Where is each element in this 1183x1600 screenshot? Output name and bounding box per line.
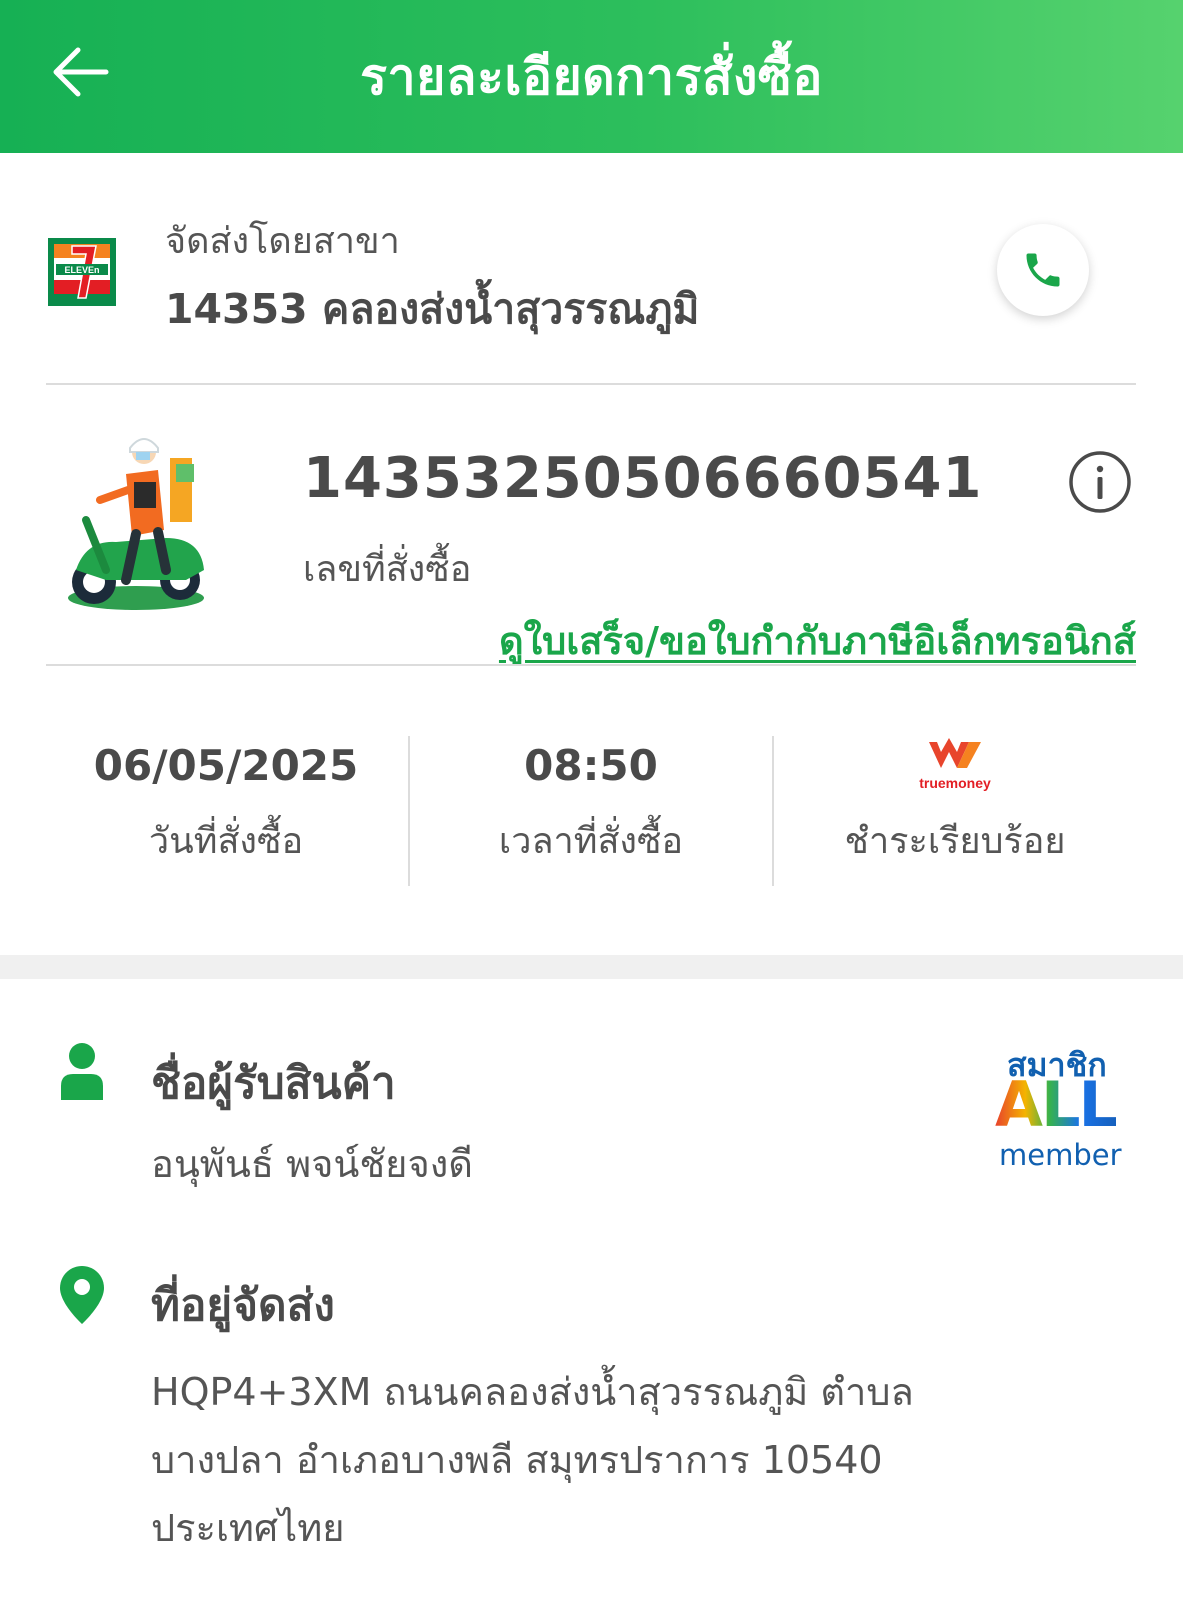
delivery-rider-illustration [66, 430, 216, 620]
order-number-label: เลขที่สั่งซื้อ [303, 549, 472, 590]
view-receipt-link[interactable]: ดูใบเสร็จ/ขอใบกำกับภาษีอิเล็กทรอนิกส์ [499, 610, 1136, 671]
info-icon [1069, 451, 1131, 513]
order-info-button[interactable] [1068, 450, 1132, 514]
section-divider [46, 383, 1136, 385]
address-line: บางปลา อำเภอบางพลี สมุทรปราการ 10540 [151, 1438, 883, 1482]
svg-text:ELEVEn: ELEVEn [64, 265, 99, 275]
address-line: HQP4+3XM ถนนคลองส่งน้ำสุวรรณภูมิ ตำบล [151, 1370, 914, 1414]
recipient-name: อนุพันธ์ พจน์ชัยจงดี [151, 1142, 473, 1186]
section-divider [46, 664, 1136, 666]
location-pin-icon [60, 1266, 104, 1324]
all-member-badge: สมาชิก ALL member [995, 1040, 1140, 1175]
member-badge-bottom: member [999, 1138, 1122, 1172]
delivered-by-label: จัดส่งโดยสาขา [165, 221, 400, 262]
order-time-label: เวลาที่สั่งซื้อ [498, 821, 684, 862]
delivery-address-title: ที่อยู่จัดส่ง [151, 1280, 335, 1331]
seven-eleven-logo: ELEVEn [46, 236, 118, 308]
person-icon [59, 1042, 105, 1100]
order-date-label: วันที่สั่งซื้อ [148, 821, 304, 862]
truemoney-logo: truemoney [774, 738, 1136, 794]
order-date-stat: 06/05/2025 วันที่สั่งซื้อ [46, 738, 406, 869]
order-time-stat: 08:50 เวลาที่สั่งซื้อ [410, 738, 772, 869]
payment-status-label: ชำระเรียบร้อย [844, 821, 1066, 862]
truemoney-logo-text: truemoney [919, 775, 991, 791]
order-number: 14353250506660541 [303, 446, 983, 511]
page-title: รายละเอียดการสั่งซื้อ [360, 48, 823, 106]
top-app-bar: รายละเอียดการสั่งซื้อ [0, 0, 1183, 153]
member-badge-all: ALL [995, 1068, 1118, 1141]
section-separator-band [0, 955, 1183, 979]
order-time-value: 08:50 [524, 741, 658, 790]
recipient-title: ชื่อผู้รับสินค้า [151, 1058, 396, 1109]
delivery-address: HQP4+3XM ถนนคลองส่งน้ำสุวรรณภูมิ ตำบล บา… [151, 1358, 1091, 1562]
order-date-value: 06/05/2025 [93, 741, 359, 790]
call-store-button[interactable] [997, 224, 1089, 316]
phone-icon [1026, 253, 1060, 287]
branch-name: 14353 คลองส่งน้ำสุวรรณภูมิ [165, 285, 700, 333]
payment-status-stat: truemoney ชำระเรียบร้อย [774, 738, 1136, 869]
address-line: ประเทศไทย [151, 1506, 345, 1550]
